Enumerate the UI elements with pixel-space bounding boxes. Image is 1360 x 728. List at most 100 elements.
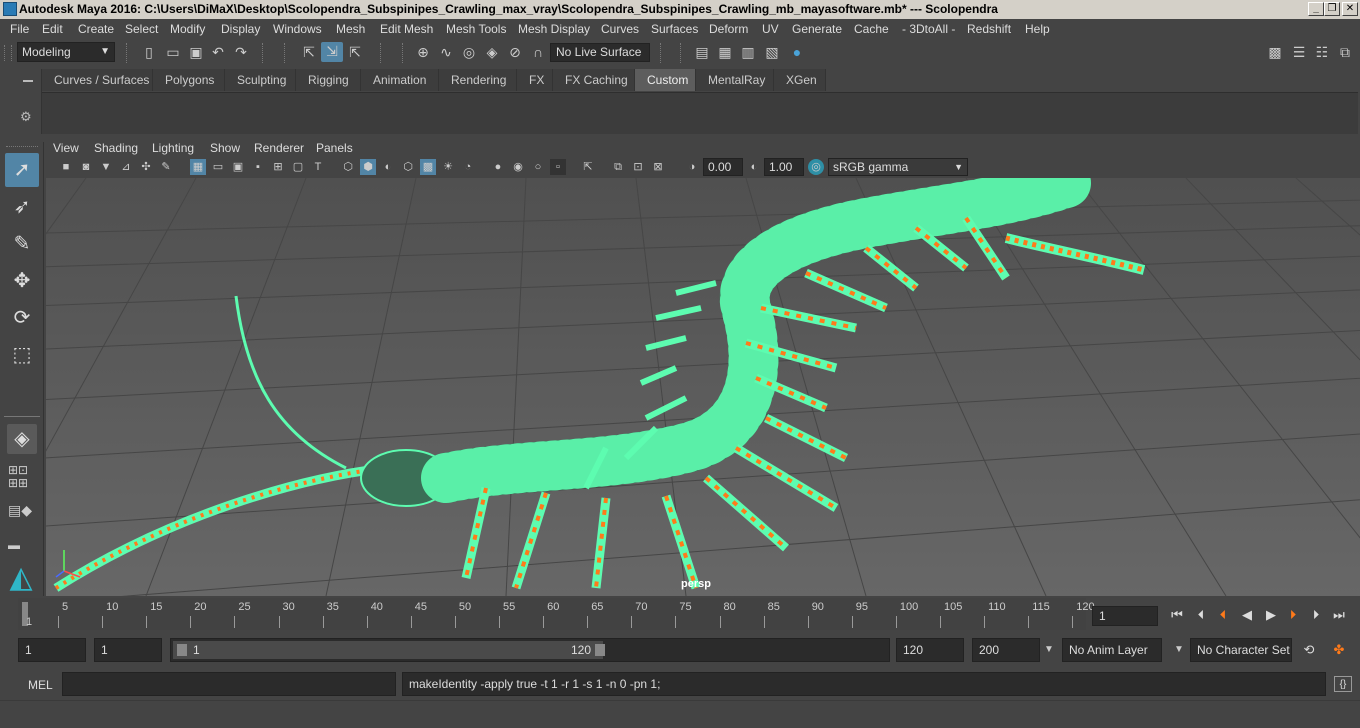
range-end-grip[interactable] [595, 644, 605, 656]
menu-cache[interactable]: Cache [854, 22, 889, 36]
menu-mesh-display[interactable]: Mesh Display [518, 22, 590, 36]
ipr-render-icon[interactable]: ▥ [739, 43, 757, 61]
new-scene-icon[interactable]: ▯ [140, 43, 158, 61]
select-camera-icon[interactable]: ■ [58, 159, 74, 175]
maximize-button[interactable]: ❐ [1324, 2, 1340, 16]
move-tool-icon[interactable]: ✥ [5, 264, 39, 298]
range-slider-handle[interactable]: 1 120 [173, 641, 605, 659]
script-editor-icon[interactable]: {} [1334, 676, 1352, 692]
snap-curve-icon[interactable]: ∿ [437, 43, 455, 61]
xray-icon[interactable]: ⧉ [610, 159, 626, 175]
xray-components-icon[interactable]: ⊠ [650, 159, 666, 175]
step-forward-frame-icon[interactable]: ⏵ [1284, 607, 1302, 623]
time-slider-track[interactable]: 1 5 10 15 20 25 30 35 40 45 50 55 60 65 70 75 80 85 90 95 1… [18, 598, 1095, 630]
play-backwards-icon[interactable]: ◀ [1238, 607, 1256, 623]
playback-start-field[interactable]: 1 [94, 638, 162, 662]
resolution-gate-icon[interactable]: ▣ [230, 159, 246, 175]
go-to-start-icon[interactable]: ⏮ [1168, 607, 1186, 623]
render-settings-icon[interactable]: ▤ [693, 43, 711, 61]
animation-preferences-icon[interactable]: ✤ [1330, 642, 1348, 658]
perspective-viewport[interactable]: persp [46, 178, 1360, 596]
two-d-pan-icon[interactable]: ✣ [138, 159, 154, 175]
four-view-layout-icon[interactable]: ⊞⊡ ⊞⊞ [8, 464, 36, 490]
menu-edit-mesh[interactable]: Edit Mesh [380, 22, 433, 36]
go-to-end-icon[interactable]: ⏭ [1330, 607, 1348, 623]
channel-box-icon[interactable]: ⧉ [1336, 43, 1354, 61]
mode-dropdown[interactable]: Modeling ▼ [17, 42, 115, 62]
outliner-layout-icon[interactable]: ▬ [8, 538, 36, 554]
anti-aliasing-icon[interactable]: ○ [530, 159, 546, 175]
snap-point-icon[interactable]: ◎ [460, 43, 478, 61]
shelf-menu-icon[interactable] [23, 80, 33, 82]
gate-mask-icon[interactable]: ▪ [250, 159, 266, 175]
film-gate-icon[interactable]: ▭ [210, 159, 226, 175]
menu-redshift[interactable]: Redshift [967, 22, 1011, 36]
exposure-icon[interactable]: ◑ [684, 159, 700, 175]
start-time-field[interactable]: 1 [18, 638, 86, 662]
command-input[interactable] [62, 672, 396, 696]
field-chart-icon[interactable]: ⊞ [270, 159, 286, 175]
image-plane-icon[interactable]: ⊿ [118, 159, 134, 175]
gamma-field[interactable]: 1.00 [764, 158, 804, 176]
menu-surfaces[interactable]: Surfaces [651, 22, 698, 36]
textured-icon[interactable]: ▩ [420, 159, 436, 175]
range-start-grip[interactable] [177, 644, 187, 656]
camera-attributes-icon[interactable]: ◙ [78, 159, 94, 175]
paint-select-icon[interactable]: ✎ [5, 227, 39, 261]
render-frame-icon[interactable]: ▦ [716, 43, 734, 61]
end-time-field[interactable]: 200 [972, 638, 1040, 662]
tab-rigging[interactable]: Rigging [296, 69, 361, 91]
rotate-tool-icon[interactable]: ⟳ [5, 301, 39, 335]
panel-menu-panels[interactable]: Panels [316, 141, 353, 155]
lasso-tool-icon[interactable]: ➶ [5, 190, 39, 224]
modeling-toolkit-icon[interactable]: ▩ [1266, 43, 1284, 61]
menu-edit[interactable]: Edit [42, 22, 63, 36]
screen-space-ao-icon[interactable]: ● [490, 159, 506, 175]
grip-handle[interactable] [4, 45, 12, 61]
anim-layer-field[interactable]: No Anim Layer [1062, 638, 1162, 662]
menu-deform[interactable]: Deform [709, 22, 748, 36]
depth-of-field-icon[interactable]: ▫ [550, 159, 566, 175]
tab-animation[interactable]: Animation [361, 69, 439, 91]
menu-3dtoall[interactable]: - 3DtoAll - [902, 22, 955, 36]
smooth-shade-icon[interactable]: ⬢ [360, 159, 376, 175]
close-button[interactable]: ✕ [1342, 2, 1358, 16]
bookmark-icon[interactable]: ▼ [98, 159, 114, 175]
tab-rendering[interactable]: Rendering [439, 69, 517, 91]
make-live-icon[interactable]: ⊘ [506, 43, 524, 61]
step-forward-key-icon[interactable]: ⏵ [1307, 607, 1325, 623]
menu-generate[interactable]: Generate [792, 22, 842, 36]
menu-display[interactable]: Display [221, 22, 260, 36]
safe-title-icon[interactable]: T [310, 159, 326, 175]
tab-fx[interactable]: FX [517, 69, 553, 91]
xray-joints-icon[interactable]: ⊡ [630, 159, 646, 175]
tab-xgen[interactable]: XGen [774, 69, 826, 91]
script-language-label[interactable]: MEL [28, 678, 53, 692]
step-back-frame-icon[interactable]: ⏴ [1214, 607, 1232, 623]
menu-select[interactable]: Select [125, 22, 158, 36]
menu-windows[interactable]: Windows [273, 22, 322, 36]
safe-action-icon[interactable]: ▢ [290, 159, 306, 175]
tab-curves-surfaces[interactable]: Curves / Surfaces [42, 69, 153, 91]
menu-modify[interactable]: Modify [170, 22, 205, 36]
play-forwards-icon[interactable]: ▶ [1262, 607, 1280, 623]
save-scene-icon[interactable]: ▣ [187, 43, 205, 61]
redo-icon[interactable]: ↷ [232, 43, 250, 61]
menu-mesh-tools[interactable]: Mesh Tools [446, 22, 506, 36]
step-back-key-icon[interactable]: ⏴ [1192, 607, 1210, 623]
magnet-icon[interactable]: ∩ [529, 43, 547, 61]
tab-sculpting[interactable]: Sculpting [225, 69, 296, 91]
select-object-icon[interactable]: ⇲ [321, 42, 343, 62]
panel-menu-shading[interactable]: Shading [94, 141, 138, 155]
tab-fx-caching[interactable]: FX Caching [553, 69, 635, 91]
minimize-button[interactable]: _ [1308, 2, 1324, 16]
playback-end-field[interactable]: 120 [896, 638, 964, 662]
grid-icon[interactable]: ▦ [190, 159, 206, 175]
live-surface-field[interactable]: No Live Surface [550, 43, 650, 62]
scale-tool-icon[interactable]: ⬚ [5, 338, 39, 372]
two-view-layout-icon[interactable]: ▤◆ [8, 502, 36, 528]
select-hierarchy-icon[interactable]: ⇱ [300, 43, 318, 61]
select-tool-icon[interactable]: ➚ [5, 153, 39, 187]
exposure-field[interactable]: 0.00 [703, 158, 743, 176]
tab-polygons[interactable]: Polygons [153, 69, 225, 91]
